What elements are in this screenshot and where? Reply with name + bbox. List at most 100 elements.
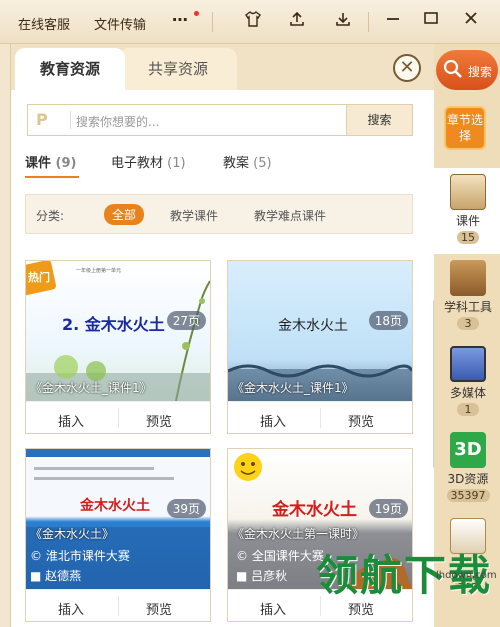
minimize-icon[interactable]	[382, 10, 404, 32]
tab-education-resources[interactable]: 教育资源	[15, 48, 125, 90]
download-icon[interactable]	[332, 10, 354, 32]
source-label: 淮北市课件大赛	[45, 549, 130, 563]
card-actions: 插入 预览	[26, 401, 210, 433]
close-window-icon[interactable]	[460, 10, 482, 32]
sidebar-item-label: 学科工具	[443, 300, 492, 314]
logo-icon: P	[36, 110, 48, 129]
tab-label: 教案	[223, 156, 250, 171]
tab-count: (5)	[253, 156, 272, 171]
preview-button[interactable]: 预览	[146, 599, 172, 618]
tab-courseware[interactable]: 课件 (9)	[25, 152, 76, 171]
insert-button[interactable]: 插入	[260, 599, 286, 618]
source-row: © 全国课件大赛	[236, 547, 324, 564]
insert-button[interactable]: 插入	[260, 411, 286, 430]
filter-teaching-courseware[interactable]: 教学课件	[170, 207, 218, 224]
card-title: 《金木水火土》	[30, 527, 115, 541]
file-transfer-link[interactable]: 文件传输	[94, 14, 146, 33]
tab-count: (1)	[167, 156, 186, 171]
category-filter: 分类: 全部 教学课件 教学难点课件	[25, 194, 413, 234]
card-actions: 插入 预览	[228, 401, 412, 433]
card-title: 《金木水火土_课件1》	[30, 381, 152, 395]
author-label: 吕彦秋	[251, 569, 288, 583]
resource-panel: 共享资源 教育资源 ✕ P 搜索你想要的... 搜索 课件 (9) 电子教材 (…	[10, 44, 437, 627]
tab-label: 电子教材	[111, 156, 164, 171]
tab-label: 课件	[25, 156, 52, 171]
filter-label: 分类:	[36, 209, 65, 223]
author-row: ■ 赵德燕	[30, 567, 81, 584]
resource-card[interactable]: 热门 一年级上册第一单元 2. 金木水火土 27页 《金木水火土_课件1》 插入…	[25, 260, 211, 434]
sidebar-search-label: 搜索	[468, 65, 493, 79]
tab-e-textbook[interactable]: 电子教材 (1)	[111, 152, 186, 171]
card-thumbnail: 热门 一年级上册第一单元 2. 金木水火土 27页 《金木水火土_课件1》	[26, 261, 210, 401]
card-thumbnail: 金木水火土 39页 《金木水火土》 © 淮北市课件大赛 ■ 赵德燕	[26, 449, 210, 589]
tab-count: (9)	[55, 156, 77, 171]
tab-lesson-plan[interactable]: 教案 (5)	[223, 152, 272, 171]
search-input[interactable]: 搜索你想要的...	[76, 113, 159, 130]
user-icon: ■	[236, 569, 248, 583]
notification-dot	[194, 11, 199, 16]
resource-card[interactable]: 金木水火土 18页 《金木水火土_课件1》 插入 预览	[227, 260, 413, 434]
divider	[70, 111, 71, 129]
page-count-badge: 18页	[368, 311, 408, 330]
divider	[320, 408, 321, 428]
filter-difficult-points[interactable]: 教学难点课件	[254, 207, 326, 224]
card-actions: 插入 预览	[26, 589, 210, 621]
sidebar-item-count: 15	[457, 231, 479, 244]
divider	[118, 596, 119, 616]
upload-icon[interactable]	[286, 10, 308, 32]
sidebar-item-count: 3	[457, 317, 479, 330]
sidebar-item-3d-resources[interactable]: 3D 3D资源 35397	[442, 432, 494, 502]
thumb-header: 一年级上册第一单元	[76, 268, 122, 274]
tab-bar: 共享资源 教育资源 ✕	[11, 44, 435, 90]
thumb-caption: 金木水火土	[272, 500, 357, 520]
preview-button[interactable]: 预览	[348, 411, 374, 430]
page-count-badge: 27页	[166, 311, 206, 330]
divider	[118, 408, 119, 428]
book-icon	[450, 174, 486, 210]
filter-all[interactable]: 全部	[104, 204, 145, 225]
close-panel-button[interactable]: ✕	[393, 54, 421, 82]
search-bar: P 搜索你想要的... 搜索	[27, 104, 413, 136]
insert-button[interactable]: 插入	[58, 411, 84, 430]
card-title: 《金木水火土第一课时》	[232, 527, 365, 541]
online-service-link[interactable]: 在线客服	[18, 14, 70, 33]
thumb-caption: 金木水火土	[278, 318, 348, 334]
sidebar-item-label: 多媒体	[449, 386, 486, 400]
sidebar-search-button[interactable]: 搜索	[436, 50, 498, 90]
divider	[368, 12, 369, 32]
sidebar-item-count: 1	[457, 403, 479, 416]
search-button[interactable]: 搜索	[346, 105, 412, 135]
film-icon	[450, 346, 486, 382]
sidebar-item-label: 3D资源	[447, 472, 489, 486]
divider	[212, 12, 213, 32]
tab-shared-resources[interactable]: 共享资源	[119, 48, 237, 90]
page-count-badge: 39页	[166, 499, 206, 518]
category-tabs: 课件 (9) 电子教材 (1) 教案 (5)	[25, 152, 425, 178]
card-title: 《金木水火土_课件1》	[232, 381, 354, 395]
author-row: ■ 吕彦秋	[236, 567, 287, 584]
source-label: 全国课件大赛	[251, 549, 324, 563]
hot-badge: 热门	[28, 271, 50, 284]
resource-card[interactable]: 金木水火土 39页 《金木水火土》 © 淮北市课件大赛 ■ 赵德燕 插入 预览	[25, 448, 211, 622]
page-count-badge: 19页	[368, 499, 408, 518]
active-tab-underline	[25, 176, 79, 178]
toolbox-icon	[450, 260, 486, 296]
maximize-icon[interactable]	[420, 10, 442, 32]
top-bar: 在线客服 文件传输 ⋯	[0, 0, 500, 44]
skin-icon[interactable]	[242, 10, 264, 32]
watermark-domain: lhdown.com	[436, 570, 497, 581]
user-icon: ■	[30, 569, 42, 583]
sidebar-item-subject-tools[interactable]: 学科工具 3	[442, 260, 494, 330]
thumb-caption: 金木水火土	[80, 498, 150, 514]
sidebar-item-multimedia[interactable]: 多媒体 1	[442, 346, 494, 416]
thumb-caption: 2. 金木水火土	[62, 315, 165, 334]
right-sidebar: 搜索 章节选择 课件 15 学科工具 3 多媒体 1 3D 3D资源 35397…	[434, 44, 500, 627]
copyright-icon: ©	[236, 549, 248, 563]
search-icon	[443, 59, 462, 78]
more-icon[interactable]: ⋯	[172, 10, 188, 29]
insert-button[interactable]: 插入	[58, 599, 84, 618]
preview-button[interactable]: 预览	[146, 411, 172, 430]
sidebar-item-courseware[interactable]: 课件 15	[442, 174, 494, 244]
sidebar-item-label: 课件	[455, 214, 480, 228]
chapter-select-button[interactable]: 章节选择	[444, 106, 486, 150]
